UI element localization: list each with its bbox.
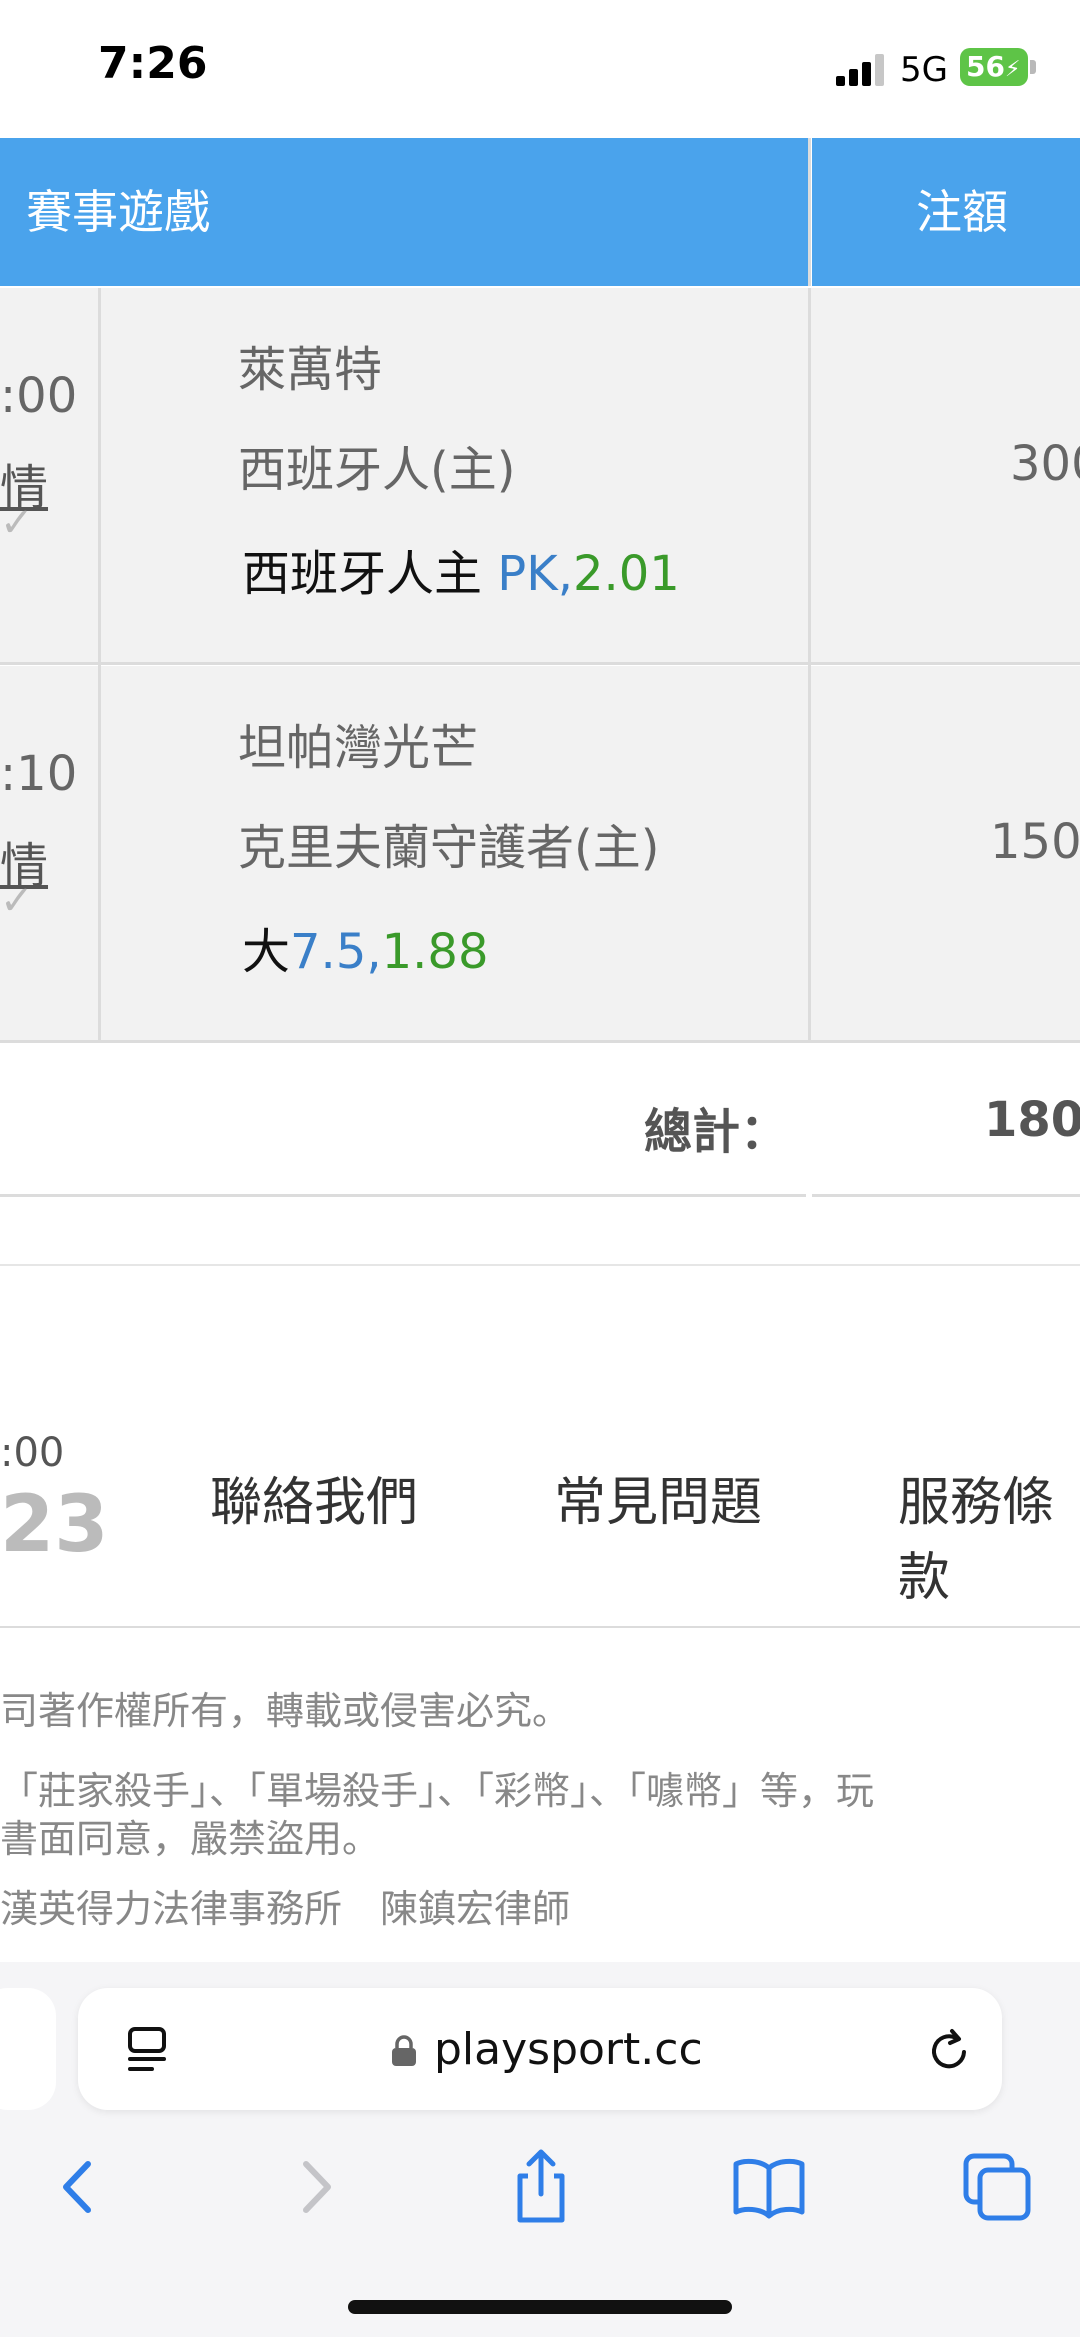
header-game: 賽事遊戲	[0, 138, 808, 286]
status-bar: 7:26 5G 56⚡	[0, 0, 1080, 138]
section-divider	[0, 1264, 1080, 1266]
team-home: 西班牙人(主)	[238, 442, 516, 498]
total-label: 總計：	[644, 1104, 789, 1160]
pick-line: PK,	[497, 546, 573, 602]
copyright-line: 漢英得力法律事務所 陳鎮宏律師	[0, 1887, 571, 1931]
terms-link[interactable]: 服務條款	[898, 1460, 1080, 1610]
team-away: 坦帕灣光芒	[238, 720, 479, 776]
status-time: 7:26	[98, 38, 208, 89]
row-divider	[0, 1194, 806, 1197]
bet-amount: 300	[1010, 436, 1080, 492]
reader-icon[interactable]	[126, 2026, 170, 2074]
bet-row: :00 情 ✓ 萊萬特 西班牙人(主) 西班牙人主 PK,2.01 300	[0, 288, 1080, 663]
url-text: playsport.cc	[434, 2024, 703, 2075]
header-divider	[808, 138, 811, 286]
team-away: 萊萬特	[238, 342, 383, 398]
bet-amount: 1500	[990, 814, 1080, 870]
check-icon: ✓	[0, 878, 34, 924]
browser-toolbar: playsport.cc	[0, 1962, 1080, 2337]
network-label: 5G	[900, 50, 948, 90]
tabs-icon[interactable]	[952, 2142, 1042, 2232]
section-divider	[0, 1626, 1080, 1628]
previous-tab-preview[interactable]	[0, 1988, 56, 2110]
battery-icon: 56⚡	[960, 48, 1028, 86]
pick-odds: 2.01	[572, 546, 680, 602]
home-indicator	[348, 2300, 732, 2314]
row-divider	[0, 1040, 1080, 1043]
pick-line: 7.5,	[290, 924, 382, 980]
pick-text: 西班牙人主 PK,2.01	[242, 534, 680, 604]
bet-row: :10 情 ✓ 坦帕灣光芒 克里夫蘭守護者(主) 大7.5,1.88 1500	[0, 666, 1080, 1041]
check-icon: ✓	[0, 500, 34, 546]
battery-level: 56	[966, 50, 1005, 83]
footer-number: 23	[0, 1480, 109, 1570]
back-icon[interactable]	[36, 2142, 126, 2232]
pick-odds: 1.88	[381, 924, 489, 980]
copyright-line: 「莊家殺手」、「單場殺手」、「彩幣」、「噱幣」等，玩	[0, 1769, 875, 1813]
pick-label: 大	[242, 924, 291, 980]
pick-label: 西班牙人主	[242, 546, 483, 602]
team-home: 克里夫蘭守護者(主)	[238, 820, 660, 876]
faq-link[interactable]: 常見問題	[554, 1460, 762, 1535]
share-icon[interactable]	[496, 2142, 586, 2232]
bet-table: 賽事遊戲 注額 :00 情 ✓ 萊萬特 西班牙人(主) 西班牙人主 PK,2.0…	[0, 138, 1080, 1198]
game-time: :10	[0, 746, 78, 802]
contact-link[interactable]: 聯絡我們	[210, 1460, 418, 1535]
footer-time: :00	[0, 1430, 65, 1476]
row-divider	[812, 1194, 1080, 1197]
address-bar[interactable]: playsport.cc	[78, 1988, 1002, 2110]
forward-icon[interactable]	[268, 2142, 358, 2232]
battery-tip	[1030, 60, 1036, 74]
row-divider	[0, 662, 1080, 665]
bookmarks-icon[interactable]	[724, 2142, 814, 2232]
header-amount: 注額	[812, 138, 1080, 286]
total-value: 1800	[984, 1092, 1080, 1148]
game-time: :00	[0, 368, 78, 424]
reload-icon[interactable]	[926, 2028, 972, 2074]
lock-icon	[392, 2035, 416, 2066]
signal-icon	[836, 52, 886, 86]
copyright-line: 司著作權所有，轉載或侵害必究。	[0, 1689, 571, 1733]
pick-text: 大7.5,1.88	[242, 912, 488, 982]
copyright-line: 書面同意，嚴禁盜用。	[0, 1817, 381, 1861]
